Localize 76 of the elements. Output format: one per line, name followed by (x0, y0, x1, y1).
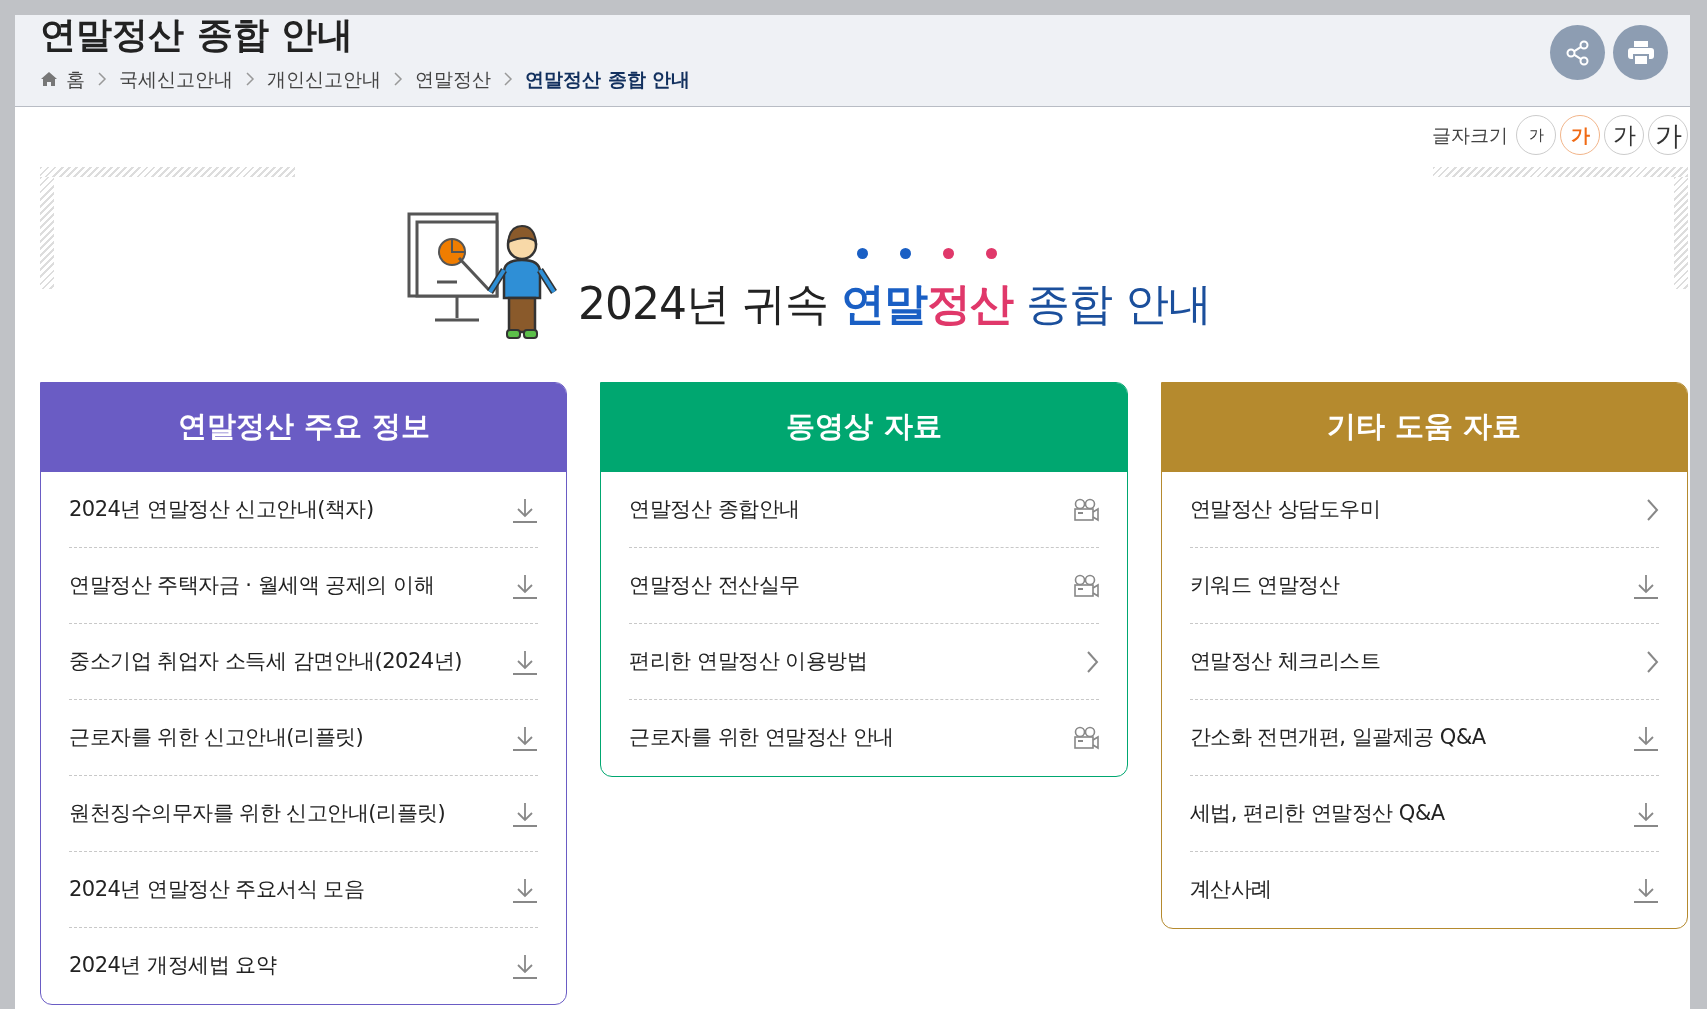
emphasis-dot (900, 248, 911, 259)
share-button[interactable] (1550, 25, 1605, 80)
resource-link[interactable]: 2024년 연말정산 주요서식 모음 (69, 852, 539, 928)
resource-label: 연말정산 주택자금 · 월세액 공제의 이해 (69, 571, 435, 599)
download-icon (1633, 877, 1659, 903)
resource-link[interactable]: 간소화 전면개편, 일괄제공 Q&A (1189, 700, 1659, 776)
breadcrumb-link[interactable]: 국세신고안내 (119, 65, 233, 94)
resource-label: 중소기업 취업자 소득세 감면안내(2024년) (69, 647, 462, 675)
chevron-icon (245, 72, 255, 87)
resource-label: 연말정산 체크리스트 (1189, 647, 1381, 675)
font-size-option[interactable]: 가 (1604, 115, 1644, 155)
download-icon (512, 953, 539, 979)
resource-link[interactable]: 연말정산 전산실무 (629, 548, 1099, 624)
page-title: 연말정산 종합 안내 (40, 15, 355, 53)
download-icon (1633, 572, 1659, 599)
resource-link[interactable]: 계산사례 (1189, 852, 1659, 928)
resource-link[interactable]: 근로자를 위한 연말정산 안내 (629, 700, 1099, 776)
resource-label: 2024년 개정세법 요약 (69, 952, 277, 980)
section-header: 동영상 자료 (601, 383, 1127, 472)
video-camera-icon (1072, 497, 1099, 522)
resource-link[interactable]: 2024년 개정세법 요약 (69, 928, 539, 1004)
resource-link[interactable]: 키워드 연말정산 (1189, 548, 1659, 624)
resource-link[interactable]: 연말정산 체크리스트 (1189, 624, 1659, 700)
download-icon (512, 572, 539, 599)
chevron-icon (1645, 497, 1659, 522)
font-size-option[interactable]: 가 (1516, 115, 1556, 155)
resource-link[interactable]: 중소기업 취업자 소득세 감면안내(2024년) (69, 624, 539, 700)
resource-link[interactable]: 편리한 연말정산 이용방법 (629, 624, 1099, 700)
resource-link[interactable]: 연말정산 상담도우미 (1189, 472, 1659, 548)
resource-label: 세법, 편리한 연말정산 Q&A (1189, 799, 1445, 827)
resource-label: 2024년 연말정산 주요서식 모음 (69, 875, 365, 903)
print-button[interactable] (1613, 25, 1668, 80)
chevron-icon (1645, 649, 1659, 674)
resource-label: 연말정산 전산실무 (629, 571, 800, 599)
download-icon (1633, 724, 1659, 751)
video-camera-icon (1072, 573, 1099, 598)
resource-link[interactable]: 세법, 편리한 연말정산 Q&A (1189, 776, 1659, 852)
chevron-icon (503, 72, 513, 87)
video-camera-icon (1072, 726, 1099, 750)
home-icon (40, 71, 58, 88)
section-header: 연말정산 주요 정보 (41, 383, 567, 472)
chevron-icon (393, 72, 403, 87)
resource-link[interactable]: 2024년 연말정산 신고안내(책자) (69, 472, 539, 548)
emphasis-dot (986, 248, 997, 259)
banner-title: 2024년 귀속 연말정산 종합 안내 (578, 278, 1211, 329)
resource-label: 연말정산 상담도우미 (1189, 495, 1381, 523)
resource-label: 키워드 연말정산 (1189, 571, 1340, 599)
resource-label: 2024년 연말정산 신고안내(책자) (69, 495, 374, 523)
download-icon (512, 648, 539, 675)
resource-label: 편리한 연말정산 이용방법 (629, 647, 868, 675)
resource-link[interactable]: 연말정산 종합안내 (629, 472, 1099, 548)
download-icon (1633, 800, 1659, 827)
download-icon (512, 496, 539, 523)
breadcrumb-link[interactable]: 개인신고안내 (267, 65, 381, 94)
printer-icon (1626, 39, 1655, 66)
resource-label: 간소화 전면개편, 일괄제공 Q&A (1189, 723, 1486, 751)
resource-label: 계산사례 (1189, 876, 1272, 904)
resource-label: 근로자를 위한 연말정산 안내 (629, 724, 894, 752)
chevron-icon (97, 72, 107, 87)
emphasis-dot (943, 248, 954, 259)
resource-label: 연말정산 종합안내 (629, 495, 800, 523)
resource-label: 원천징수의무자를 위한 신고안내(리플릿) (69, 799, 446, 827)
download-icon (512, 876, 539, 903)
download-icon (512, 800, 539, 827)
breadcrumb-link[interactable]: 연말정산 (415, 65, 491, 94)
emphasis-dot (857, 248, 868, 259)
resource-link[interactable]: 원천징수의무자를 위한 신고안내(리플릿) (69, 776, 539, 852)
resource-label: 근로자를 위한 신고안내(리플릿) (69, 723, 364, 751)
font-size-label: 글자크기 (1432, 122, 1508, 148)
breadcrumb-link[interactable]: 홈 (66, 65, 85, 94)
resource-link[interactable]: 근로자를 위한 신고안내(리플릿) (69, 700, 539, 776)
chevron-icon (1084, 649, 1099, 674)
resource-link[interactable]: 연말정산 주택자금 · 월세액 공제의 이해 (69, 548, 539, 624)
font-size-option[interactable]: 가 (1648, 115, 1688, 155)
download-icon (512, 724, 539, 751)
section-header: 기타 도움 자료 (1161, 383, 1687, 472)
